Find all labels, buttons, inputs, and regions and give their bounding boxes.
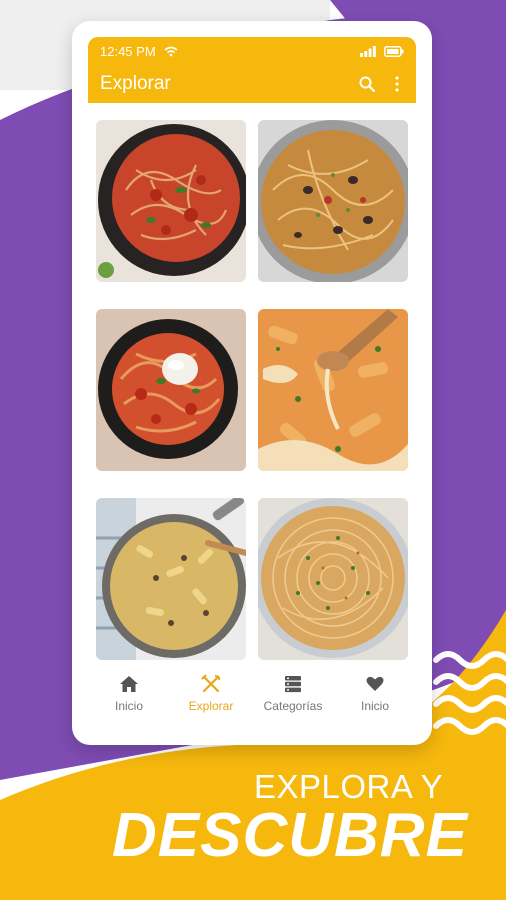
nav-item-categorias[interactable]: Categorías	[253, 673, 333, 713]
recipe-card[interactable]	[96, 498, 246, 660]
search-icon	[359, 76, 375, 92]
spaghetti-tomato-basil-image	[96, 120, 246, 282]
nav-label: Categorías	[263, 699, 323, 713]
nav-label: Inicio	[114, 699, 143, 713]
home-icon	[120, 676, 138, 692]
page-title: Explorar	[100, 73, 171, 94]
categories-icon	[285, 676, 301, 693]
status-time: 12:45 PM	[100, 43, 156, 59]
promo-headline-large: DESCUBRE	[112, 801, 468, 870]
bucatini-burrata-image	[96, 309, 246, 471]
wifi-icon	[164, 46, 178, 56]
nav-item-inicio[interactable]: Inicio	[89, 673, 169, 713]
more-vertical-icon	[395, 76, 399, 92]
baked-ziti-cheese-image	[258, 309, 408, 471]
recipe-card[interactable]	[96, 309, 246, 471]
recipe-card[interactable]	[96, 120, 246, 282]
signal-icon	[360, 45, 376, 57]
recipe-card[interactable]	[258, 309, 408, 471]
phone-frame: 12:45 PM Explorar Inicio Explorar Catego…	[72, 21, 432, 745]
nav-label: Explorar	[188, 699, 234, 713]
fork-knife-icon	[201, 674, 221, 693]
status-bar: 12:45 PM	[88, 37, 416, 65]
penne-mushroom-pan-image	[96, 498, 246, 660]
nav-item-explorar[interactable]: Explorar	[171, 673, 251, 713]
recipe-card[interactable]	[258, 498, 408, 660]
recipe-grid	[96, 120, 408, 660]
heart-icon	[366, 676, 384, 691]
nav-label: Inicio	[360, 699, 389, 713]
bottom-navigation: Inicio Explorar Categorías Inicio	[88, 673, 416, 729]
nav-item-favoritos[interactable]: Inicio	[335, 673, 415, 713]
more-options-button[interactable]	[388, 73, 406, 95]
search-button[interactable]	[358, 73, 376, 95]
spaghetti-herb-garlic-image	[258, 498, 408, 660]
recipe-card[interactable]	[258, 120, 408, 282]
promo-banner: EXPLORA Y DESCUBRE	[0, 760, 506, 900]
app-bar: Explorar	[88, 65, 416, 103]
battery-icon	[384, 45, 404, 57]
spaghetti-olives-pan-image	[258, 120, 408, 282]
